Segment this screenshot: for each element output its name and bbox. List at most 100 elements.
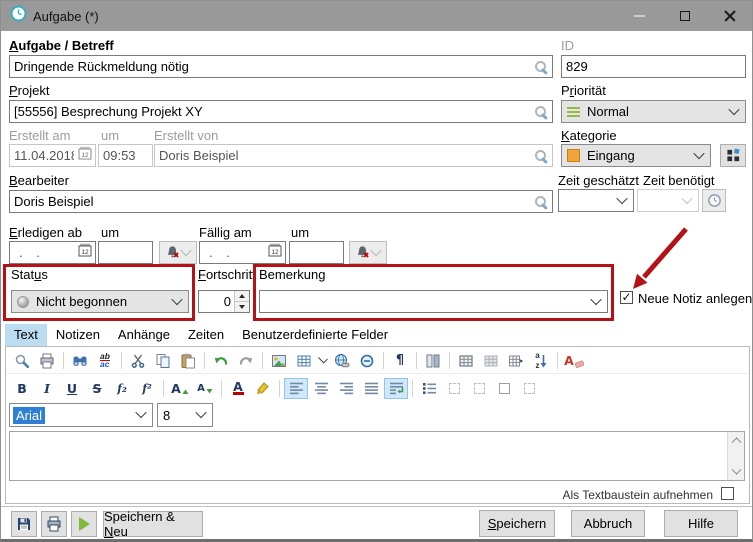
chevron-down-icon [728, 103, 739, 114]
calendar-icon[interactable]: 12 [78, 243, 92, 262]
search-icon[interactable] [533, 194, 549, 210]
new-note-checkbox[interactable] [620, 291, 633, 304]
project-field[interactable] [9, 100, 553, 123]
justify-button[interactable] [359, 378, 383, 399]
paste-button[interactable] [176, 350, 200, 371]
progress-spinner[interactable]: 0 [198, 290, 250, 313]
maximize-button[interactable] [662, 1, 707, 31]
subscript-button[interactable]: f₂ [110, 378, 134, 399]
italic-button[interactable]: I [35, 378, 59, 399]
columns-button[interactable] [421, 350, 445, 371]
created-date-label: Erstellt am [9, 128, 70, 143]
table-delete-row-icon [508, 353, 524, 369]
priority-combobox[interactable]: Normal [561, 100, 746, 123]
snippet-checkbox[interactable] [721, 487, 734, 500]
assignee-input[interactable] [10, 191, 533, 212]
highlight-button[interactable] [251, 378, 275, 399]
tab-anhaenge[interactable]: Anhänge [109, 324, 179, 346]
tab-text[interactable]: Text [5, 324, 47, 346]
status-combobox[interactable]: Nicht begonnen [11, 290, 189, 313]
editor-text-area[interactable] [9, 431, 745, 481]
find-button[interactable] [68, 350, 92, 371]
print-preview-button[interactable] [10, 350, 34, 371]
tab-benutzerdefinierte-felder[interactable]: Benutzerdefinierte Felder [233, 324, 397, 346]
undo-button[interactable] [209, 350, 233, 371]
calendar-icon[interactable]: 12 [268, 243, 282, 262]
insert-table-dropdown[interactable] [317, 350, 329, 371]
cancel-button[interactable]: Abbruch [571, 510, 645, 537]
justify-icon [364, 382, 379, 395]
insert-table-button[interactable] [292, 350, 316, 371]
id-field[interactable] [561, 55, 746, 78]
delete-row-button[interactable] [504, 350, 528, 371]
search-icon[interactable] [533, 104, 549, 120]
due-date-input[interactable] [200, 242, 268, 263]
insert-image-button[interactable] [267, 350, 291, 371]
table-borders-button[interactable] [454, 350, 478, 371]
table-shading-button[interactable] [479, 350, 503, 371]
sort-button[interactable]: az [529, 350, 553, 371]
priority-value: Normal [587, 104, 629, 119]
copy-button[interactable] [151, 350, 175, 371]
globe-link-icon [334, 353, 350, 369]
font-color-button[interactable]: A [226, 378, 250, 399]
start-date-field[interactable]: 12 [9, 241, 96, 264]
due-reminder-button [349, 241, 387, 264]
save-and-new-button[interactable]: Speichern & Neu [103, 511, 203, 537]
category-combobox[interactable]: Eingang [561, 144, 711, 167]
strikethrough-button[interactable]: S [85, 378, 109, 399]
remark-combobox[interactable] [259, 290, 608, 313]
bold-button[interactable]: B [10, 378, 34, 399]
due-date-field[interactable]: 12 [199, 241, 286, 264]
shrink-font-button[interactable]: A [193, 378, 217, 399]
start-date-input[interactable] [10, 242, 78, 263]
help-button[interactable]: Hilfe [664, 510, 738, 537]
superscript-button[interactable]: f² [135, 378, 159, 399]
align-right-button[interactable] [334, 378, 358, 399]
font-size-combobox[interactable]: 8 [157, 403, 213, 427]
project-input[interactable] [10, 101, 533, 122]
scroll-up-button[interactable] [728, 432, 744, 447]
start-task-button[interactable] [71, 511, 97, 537]
subject-field[interactable] [9, 55, 553, 78]
editor-text-body[interactable] [10, 432, 727, 480]
insert-hyperlink-button[interactable] [330, 350, 354, 371]
save-icon-button[interactable] [11, 511, 37, 537]
assignee-field[interactable] [9, 190, 553, 213]
subject-input[interactable] [10, 56, 533, 77]
line-break-button[interactable] [384, 378, 408, 399]
category-manager-button[interactable] [720, 144, 746, 167]
id-input[interactable] [562, 56, 745, 77]
align-center-button[interactable] [309, 378, 333, 399]
print-task-button[interactable] [41, 511, 67, 537]
tab-zeiten[interactable]: Zeiten [179, 324, 233, 346]
time-estimated-combobox[interactable] [558, 189, 634, 212]
spin-up-button[interactable] [235, 291, 249, 301]
minimize-button[interactable] [617, 1, 662, 31]
replace-button[interactable]: abac [93, 350, 117, 371]
grow-font-button[interactable]: A [168, 378, 192, 399]
save-button[interactable]: Speichern [479, 510, 555, 537]
due-time-input[interactable] [290, 242, 343, 263]
start-time-input[interactable] [99, 242, 152, 263]
cut-button[interactable] [126, 350, 150, 371]
spin-down-button[interactable] [235, 301, 249, 312]
search-icon[interactable] [533, 59, 549, 75]
close-button[interactable] [707, 1, 752, 31]
start-time-field[interactable] [98, 241, 153, 264]
progress-value[interactable]: 0 [199, 291, 234, 312]
insert-symbol-button[interactable] [355, 350, 379, 371]
redo-button[interactable] [234, 350, 258, 371]
due-time-field[interactable] [289, 241, 344, 264]
tab-notizen[interactable]: Notizen [47, 324, 109, 346]
print-button[interactable] [35, 350, 59, 371]
underline-button[interactable]: U [60, 378, 84, 399]
formatting-marks-button[interactable]: ¶ [388, 350, 412, 371]
scroll-down-button[interactable] [728, 465, 744, 480]
list-button[interactable] [417, 378, 441, 399]
vertical-scrollbar[interactable] [727, 432, 744, 480]
font-name-value: Arial [13, 407, 45, 424]
font-name-combobox[interactable]: Arial [9, 403, 153, 427]
clear-formatting-button[interactable]: A [562, 350, 586, 371]
align-left-button[interactable] [284, 378, 308, 399]
